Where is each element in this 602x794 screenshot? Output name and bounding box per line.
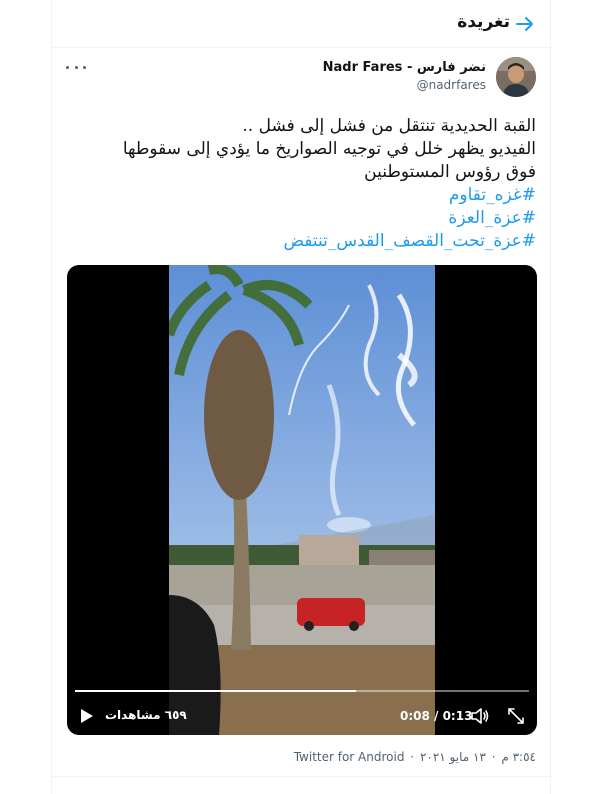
hashtag-link[interactable]: #عزة_تحت_القصف_القدس_تنتفض — [66, 230, 536, 253]
hashtag-link[interactable]: #غزه_تقاوم — [66, 184, 536, 207]
more-icon — [66, 65, 69, 69]
fullscreen-button[interactable] — [506, 706, 526, 726]
tweet-line: القبة الحديدية تنتقل من فشل إلى فشل .. — [242, 116, 536, 136]
back-arrow-icon — [516, 17, 533, 31]
video-progress[interactable] — [75, 690, 529, 692]
page-header: تغريدة — [52, 0, 552, 48]
video-frame — [169, 265, 435, 735]
avatar[interactable] — [496, 57, 536, 97]
tweet-text: القبة الحديدية تنتقل من فشل إلى فشل .. ا… — [66, 115, 536, 253]
author-handle[interactable]: @nadrfares — [417, 78, 486, 92]
tweet-column: تغريدة نضر فارس - Nadr Fares @nadrfares … — [51, 0, 552, 794]
fullscreen-icon — [508, 708, 524, 724]
view-count: ٦٥٩ مشاهدات — [105, 708, 187, 722]
video-progress-fill — [75, 690, 357, 692]
divider — [52, 776, 552, 777]
play-button[interactable] — [77, 706, 97, 726]
play-icon — [81, 709, 93, 723]
volume-button[interactable] — [470, 707, 490, 725]
tweet-line: فوق رؤوس المستوطنين — [364, 162, 536, 182]
author-name[interactable]: نضر فارس - Nadr Fares — [323, 60, 486, 75]
avatar-image — [496, 57, 536, 97]
tweet-time[interactable]: ٣:٥٤ م — [501, 750, 536, 764]
volume-icon — [471, 708, 489, 724]
tweet-source[interactable]: Twitter for Android — [294, 750, 405, 764]
more-options-button[interactable] — [66, 60, 86, 74]
hashtag-link[interactable]: #عزة_العزة — [66, 207, 536, 230]
tweet-line: الفيديو يظهر خلل في توجيه الصواريخ ما يؤ… — [122, 139, 536, 159]
back-button[interactable] — [512, 11, 538, 37]
tweet-meta: ٣:٥٤ م · ١٣ مايو ٢٠٢١ · Twitter for Andr… — [293, 750, 536, 764]
page-title: تغريدة — [457, 12, 510, 32]
video-player[interactable]: ٦٥٩ مشاهدات 0:08 / 0:13 — [67, 265, 537, 735]
tweet-date[interactable]: ١٣ مايو ٢٠٢١ — [420, 750, 486, 764]
video-time: 0:08 / 0:13 — [400, 709, 473, 723]
